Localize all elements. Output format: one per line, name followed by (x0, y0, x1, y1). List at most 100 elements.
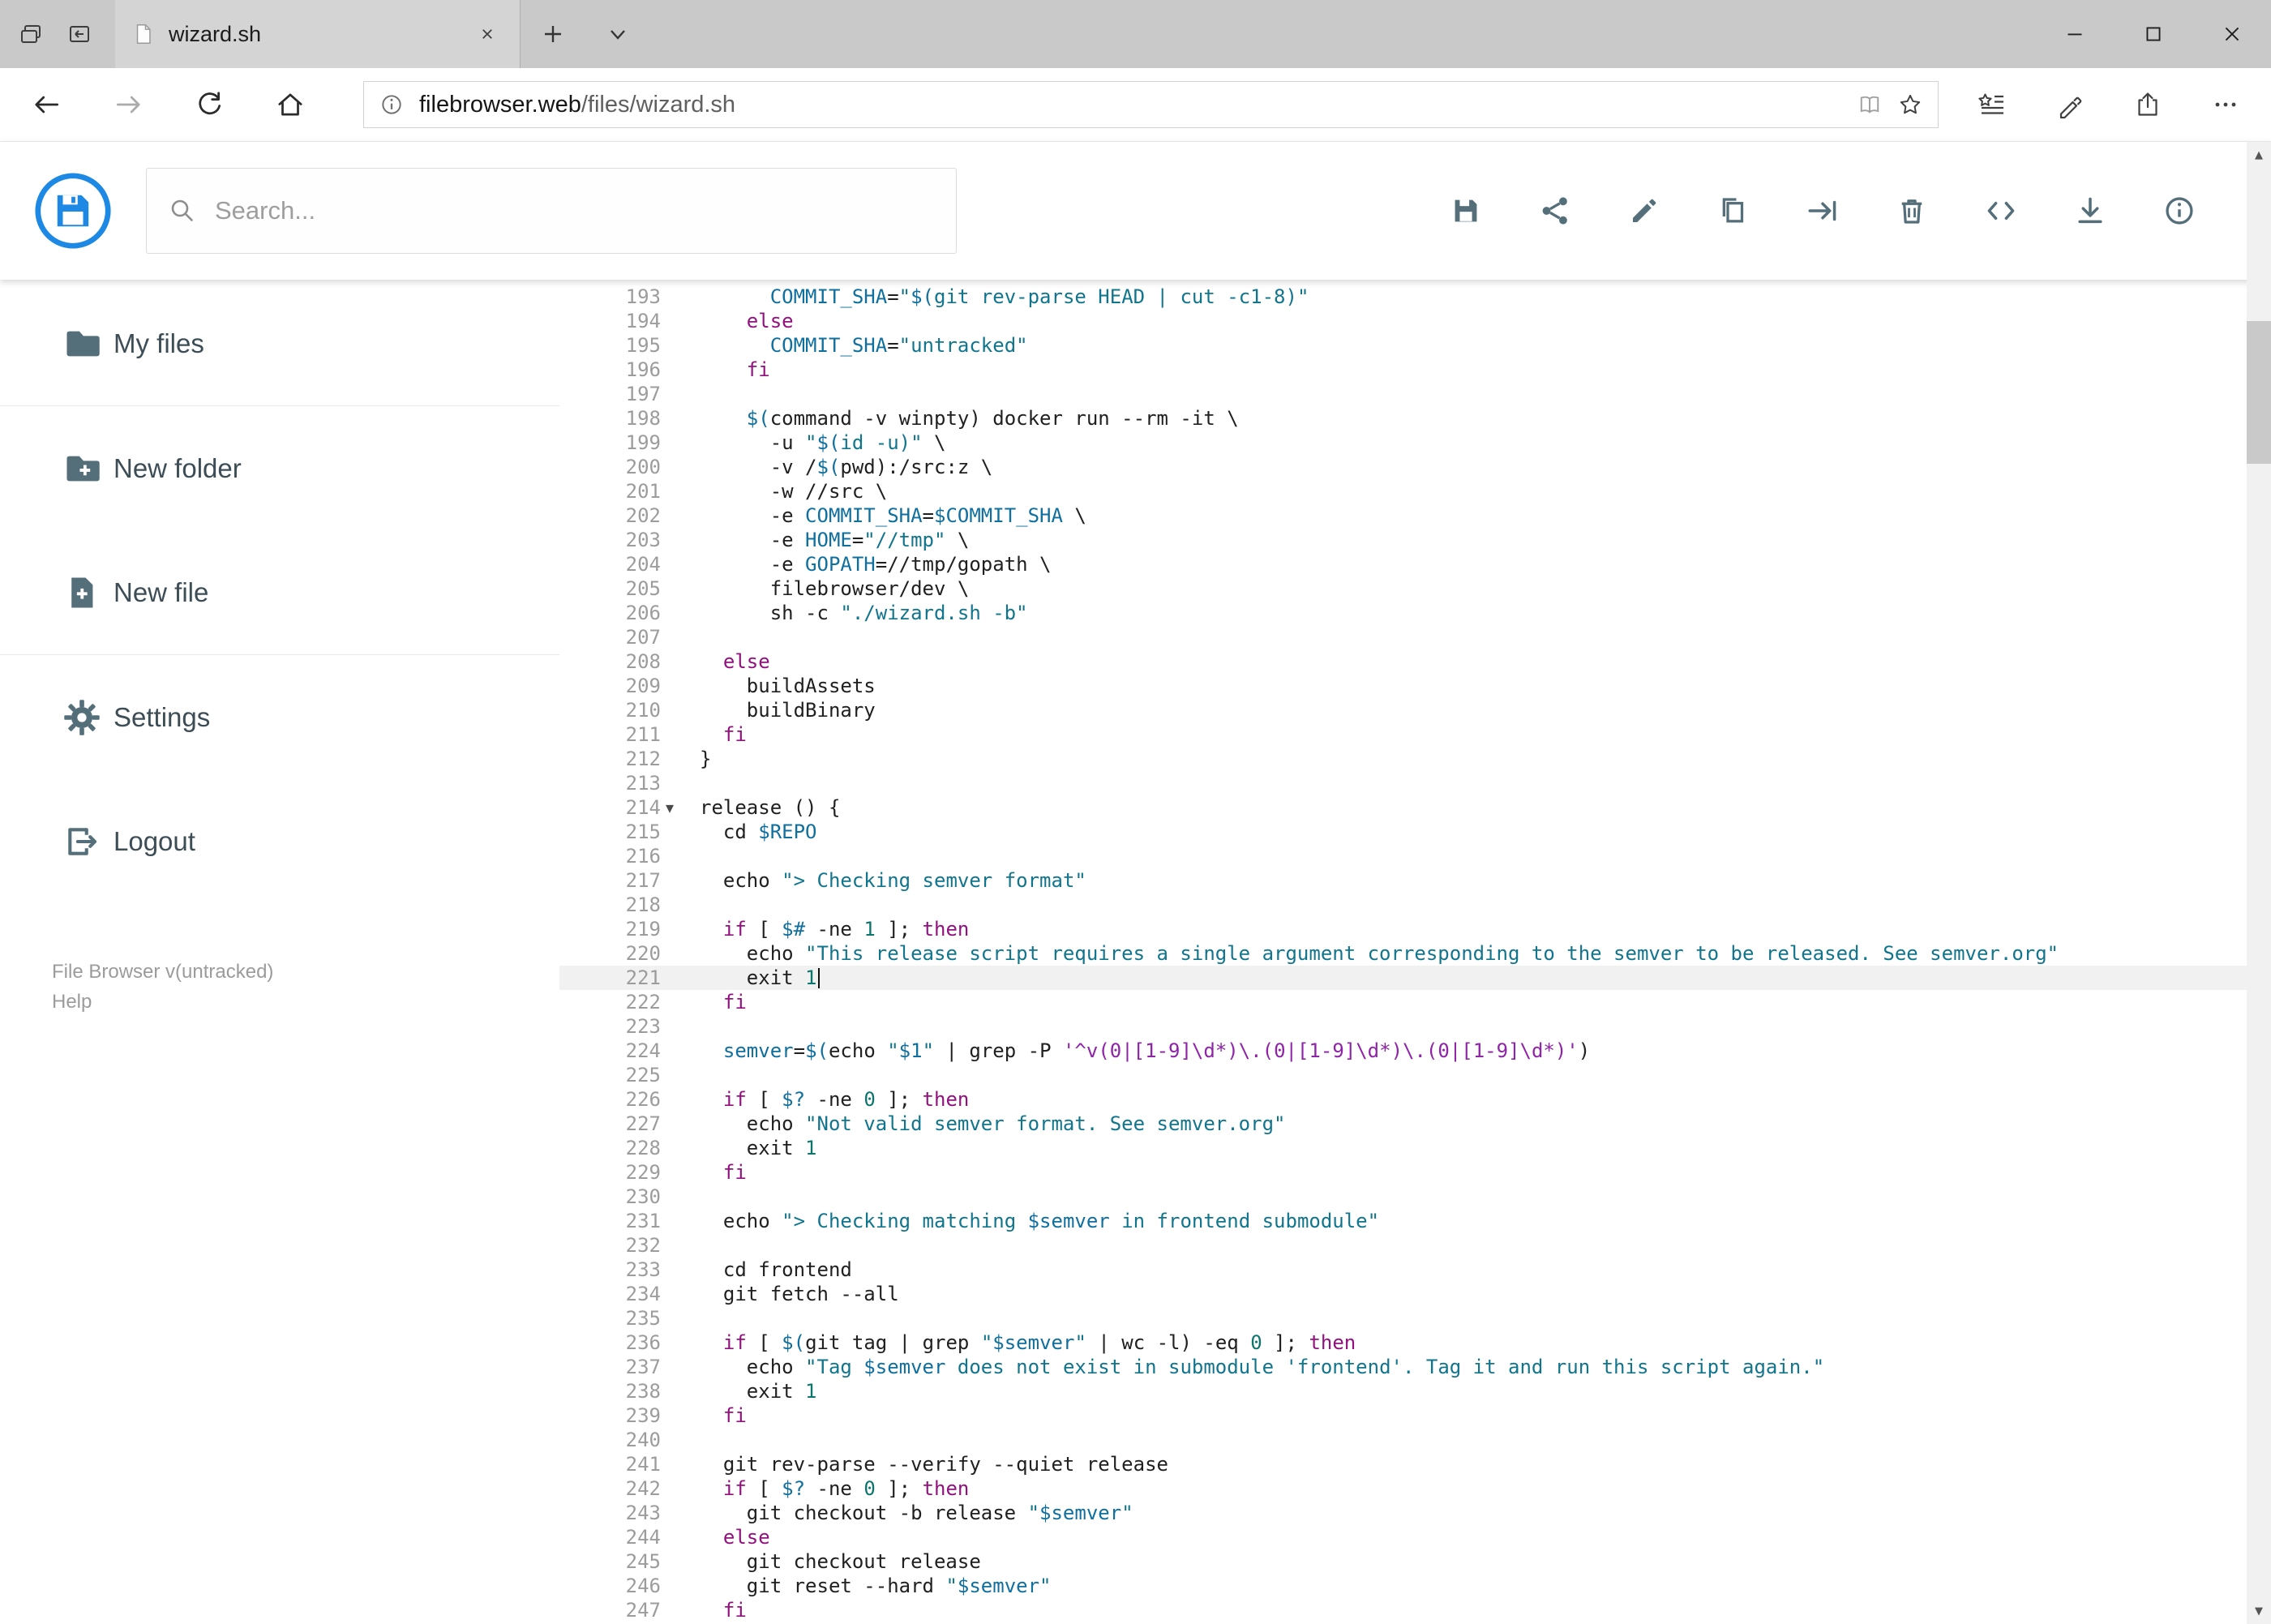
line-number[interactable]: 204 (559, 552, 661, 576)
line-number[interactable]: 193 (559, 285, 661, 309)
back-button[interactable] (6, 68, 88, 142)
line-number[interactable]: 243 (559, 1501, 661, 1525)
delete-button[interactable] (1895, 194, 1929, 228)
line-number[interactable]: 207 (559, 625, 661, 649)
tab-close-button[interactable] (471, 18, 503, 50)
code-line-234[interactable]: 234 git fetch --all (559, 1282, 2271, 1306)
share-button[interactable] (1538, 194, 1572, 228)
line-number[interactable]: 240 (559, 1428, 661, 1452)
scrollbar-thumb[interactable] (2247, 321, 2271, 464)
url-text[interactable]: filebrowser.web/files/wizard.sh (419, 92, 735, 118)
save-button[interactable] (1449, 194, 1483, 228)
code-line-245[interactable]: 245 git checkout release (559, 1549, 2271, 1574)
share-page-button[interactable] (2109, 68, 2187, 142)
line-number[interactable]: 211 (559, 722, 661, 747)
line-number[interactable]: 202 (559, 503, 661, 528)
line-number[interactable]: 212 (559, 747, 661, 771)
code-line-199[interactable]: 199 -u "$(id -u)" \ (559, 431, 2271, 455)
code-line-227[interactable]: 227 echo "Not valid semver format. See s… (559, 1112, 2271, 1136)
reading-view-button[interactable] (1857, 92, 1883, 118)
sidebar-item-new-file[interactable]: New file (0, 530, 559, 654)
code-line-246[interactable]: 246 git reset --hard "$semver" (559, 1574, 2271, 1598)
code-line-204[interactable]: 204 -e GOPATH=//tmp/gopath \ (559, 552, 2271, 576)
line-number[interactable]: 245 (559, 1549, 661, 1574)
line-number[interactable]: 209 (559, 674, 661, 698)
raw-view-button[interactable] (1984, 194, 2018, 228)
sidebar-item-my-files[interactable]: My files (0, 281, 559, 405)
close-button[interactable] (2192, 0, 2271, 68)
code-line-226[interactable]: 226 if [ $? -ne 0 ]; then (559, 1087, 2271, 1112)
line-number[interactable]: 218 (559, 893, 661, 917)
line-number[interactable]: 238 (559, 1379, 661, 1403)
line-number[interactable]: 241 (559, 1452, 661, 1476)
line-number[interactable]: 228 (559, 1136, 661, 1160)
line-number[interactable]: 234 (559, 1282, 661, 1306)
search-input[interactable] (215, 196, 935, 225)
line-number[interactable]: 213 (559, 771, 661, 795)
code-line-210[interactable]: 210 buildBinary (559, 698, 2271, 722)
code-line-225[interactable]: 225 (559, 1063, 2271, 1087)
code-line-235[interactable]: 235 (559, 1306, 2271, 1330)
line-number[interactable]: 222 (559, 990, 661, 1014)
code-line-223[interactable]: 223 (559, 1014, 2271, 1039)
line-number[interactable]: 219 (559, 917, 661, 941)
address-bar[interactable]: filebrowser.web/files/wizard.sh (363, 81, 1939, 128)
page-scrollbar[interactable]: ▲ ▼ (2247, 142, 2271, 1624)
move-button[interactable] (1806, 194, 1840, 228)
code-line-216[interactable]: 216 (559, 844, 2271, 868)
code-line-237[interactable]: 237 echo "Tag $semver does not exist in … (559, 1355, 2271, 1379)
browser-tab[interactable]: wizard.sh (115, 0, 521, 68)
code-line-242[interactable]: 242 if [ $? -ne 0 ]; then (559, 1476, 2271, 1501)
line-number[interactable]: 236 (559, 1330, 661, 1355)
sidebar-item-new-folder[interactable]: New folder (0, 406, 559, 530)
line-number[interactable]: 235 (559, 1306, 661, 1330)
new-tab-button[interactable] (521, 0, 585, 68)
code-line-228[interactable]: 228 exit 1 (559, 1136, 2271, 1160)
code-line-221[interactable]: 221 exit 1 (559, 966, 2271, 990)
code-line-222[interactable]: 222 fi (559, 990, 2271, 1014)
line-number[interactable]: 200 (559, 455, 661, 479)
sidebar-item-logout[interactable]: Logout (0, 779, 559, 903)
fold-toggle-icon[interactable]: ▾ (666, 795, 674, 820)
code-line-240[interactable]: 240 (559, 1428, 2271, 1452)
line-number[interactable]: 197 (559, 382, 661, 406)
line-number[interactable]: 239 (559, 1403, 661, 1428)
code-line-247[interactable]: 247 fi (559, 1598, 2271, 1622)
forward-button[interactable] (88, 68, 169, 142)
line-number[interactable]: 242 (559, 1476, 661, 1501)
code-line-229[interactable]: 229 fi (559, 1160, 2271, 1185)
line-number[interactable]: 221 (559, 966, 661, 990)
rename-button[interactable] (1627, 194, 1661, 228)
info-button[interactable] (2162, 194, 2196, 228)
line-number[interactable]: 247 (559, 1598, 661, 1622)
scroll-up-arrow-icon[interactable]: ▲ (2247, 142, 2271, 168)
line-number[interactable]: 246 (559, 1574, 661, 1598)
code-line-201[interactable]: 201 -w //src \ (559, 479, 2271, 503)
code-line-196[interactable]: 196 fi (559, 358, 2271, 382)
line-number[interactable]: 198 (559, 406, 661, 431)
code-line-215[interactable]: 215 cd $REPO (559, 820, 2271, 844)
code-line-241[interactable]: 241 git rev-parse --verify --quiet relea… (559, 1452, 2271, 1476)
code-line-230[interactable]: 230 (559, 1185, 2271, 1209)
web-note-button[interactable] (2031, 68, 2109, 142)
line-number[interactable]: 216 (559, 844, 661, 868)
code-line-213[interactable]: 213 (559, 771, 2271, 795)
download-button[interactable] (2073, 194, 2107, 228)
line-number[interactable]: 215 (559, 820, 661, 844)
search-box[interactable] (146, 168, 957, 254)
code-line-209[interactable]: 209 buildAssets (559, 674, 2271, 698)
code-line-211[interactable]: 211 fi (559, 722, 2271, 747)
code-line-202[interactable]: 202 -e COMMIT_SHA=$COMMIT_SHA \ (559, 503, 2271, 528)
minimize-button[interactable] (2035, 0, 2114, 68)
scroll-down-arrow-icon[interactable]: ▼ (2247, 1598, 2271, 1624)
code-line-200[interactable]: 200 -v /$(pwd):/src:z \ (559, 455, 2271, 479)
code-line-231[interactable]: 231 echo "> Checking matching $semver in… (559, 1209, 2271, 1233)
line-number[interactable]: 205 (559, 576, 661, 601)
maximize-button[interactable] (2114, 0, 2192, 68)
code-line-218[interactable]: 218 (559, 893, 2271, 917)
code-line-197[interactable]: 197 (559, 382, 2271, 406)
code-line-224[interactable]: 224 semver=$(echo "$1" | grep -P '^v(0|[… (559, 1039, 2271, 1063)
code-line-195[interactable]: 195 COMMIT_SHA="untracked" (559, 333, 2271, 358)
line-number[interactable]: 203 (559, 528, 661, 552)
copy-button[interactable] (1716, 194, 1750, 228)
